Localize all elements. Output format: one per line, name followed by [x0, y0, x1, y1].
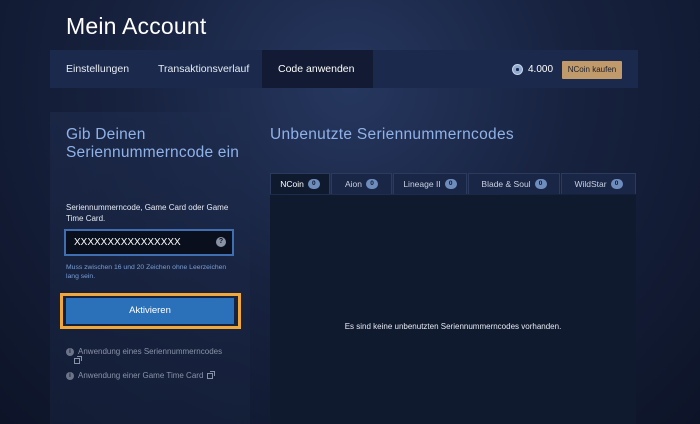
serial-code-help-label: Anwendung eines Seriennummerncodes	[78, 347, 223, 356]
ncoin-balance-value: 4.000	[528, 63, 554, 75]
info-icon: i	[66, 347, 74, 356]
tab-transaktionsverlauf[interactable]: Transaktionsverlauf	[142, 50, 265, 88]
redeem-title: Gib Deinen Seriennummerncode ein	[66, 126, 240, 161]
empty-codes-message: Es sind keine unbenutzten Seriennummernc…	[344, 322, 562, 331]
game-time-card-help-label: Anwendung einer Game Time Card	[78, 371, 204, 380]
code-length-hint: Muss zwischen 16 und 20 Zeichen ohne Lee…	[66, 264, 227, 280]
tab-blade-and-soul[interactable]: Blade & Soul 0	[468, 173, 560, 194]
page-title: Mein Account	[66, 13, 207, 39]
count-badge: 0	[610, 179, 623, 189]
count-badge: 0	[534, 179, 547, 189]
tab-ncoin[interactable]: NCoin 0	[270, 173, 330, 194]
tab-ncoin-label: NCoin	[280, 179, 304, 189]
tab-code-anwenden[interactable]: Code anwenden	[262, 50, 373, 88]
tab-aion-label: Aion	[344, 179, 362, 189]
tab-lineage-ii[interactable]: Lineage II 0	[393, 173, 467, 194]
ncoin-icon	[512, 63, 523, 75]
account-navbar: Einstellungen Transaktionsverlauf Code a…	[50, 50, 638, 88]
unused-codes-title: Unbenutzte Seriennummerncodes	[270, 126, 514, 143]
buy-ncoin-button[interactable]: NCoin kaufen	[562, 61, 622, 79]
code-field-label: Seriennummerncode, Game Card oder Game T…	[66, 203, 229, 223]
count-badge: 0	[444, 179, 457, 189]
count-badge: 0	[366, 179, 378, 189]
tab-wildstar-label: WildStar	[574, 179, 607, 189]
help-icon[interactable]: ?	[216, 237, 226, 247]
serial-code-input[interactable]	[74, 231, 214, 254]
ncoin-balance: 4.000	[512, 62, 553, 76]
serial-code-help-link-external[interactable]	[74, 356, 82, 364]
serial-code-help-link[interactable]: i Anwendung eines Seriennummerncodes	[66, 347, 222, 356]
tab-blade-and-soul-label: Blade & Soul	[481, 179, 531, 189]
external-link-icon	[74, 356, 82, 364]
count-badge: 0	[307, 179, 320, 189]
activate-button[interactable]: Aktivieren	[66, 298, 234, 324]
unused-codes-panel	[270, 195, 636, 424]
tab-einstellungen[interactable]: Einstellungen	[50, 50, 145, 88]
tab-wildstar[interactable]: WildStar 0	[561, 173, 636, 194]
tab-lineage-ii-label: Lineage II	[403, 179, 441, 189]
game-time-card-help-link[interactable]: i Anwendung einer Game Time Card	[66, 370, 216, 380]
code-input-box: ?	[64, 229, 234, 256]
external-link-icon	[207, 370, 216, 379]
info-icon: i	[66, 371, 74, 380]
tab-aion[interactable]: Aion 0	[331, 173, 392, 194]
